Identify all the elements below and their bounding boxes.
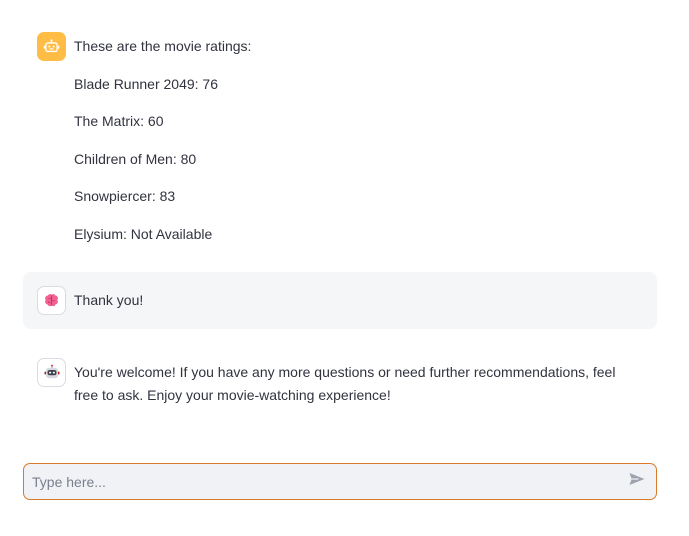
robot-icon: [37, 32, 66, 61]
rating-line: Blade Runner 2049: 76: [74, 75, 218, 92]
send-icon: [628, 471, 646, 492]
brain-icon: [37, 286, 66, 315]
message-text: These are the movie ratings:: [74, 38, 252, 54]
send-button[interactable]: [618, 464, 656, 499]
message-text: You're welcome! If you have any more que…: [74, 364, 616, 403]
rating-line: Snowpiercer: 83: [74, 188, 176, 204]
assistant-message: You're welcome! If you have any more que…: [23, 344, 657, 421]
user-message: Thank you!: [23, 272, 657, 329]
robot-face-icon: [37, 358, 66, 387]
rating-line: Children of Men: 80: [74, 150, 197, 167]
message-content: Thank you!: [74, 286, 143, 315]
message-content: You're welcome! If you have any more que…: [74, 358, 641, 407]
message-content: These are the movie ratings: Blade Runne…: [74, 32, 251, 246]
assistant-message: These are the movie ratings: Blade Runne…: [23, 18, 657, 260]
chat-container: These are the movie ratings: Blade Runne…: [0, 0, 689, 536]
chat-input[interactable]: [24, 464, 618, 499]
chat-input-container: [23, 463, 657, 500]
rating-line: Elysium: Not Available: [74, 225, 213, 242]
rating-line: The Matrix: 60: [74, 113, 164, 129]
message-text: Thank you!: [74, 292, 144, 308]
